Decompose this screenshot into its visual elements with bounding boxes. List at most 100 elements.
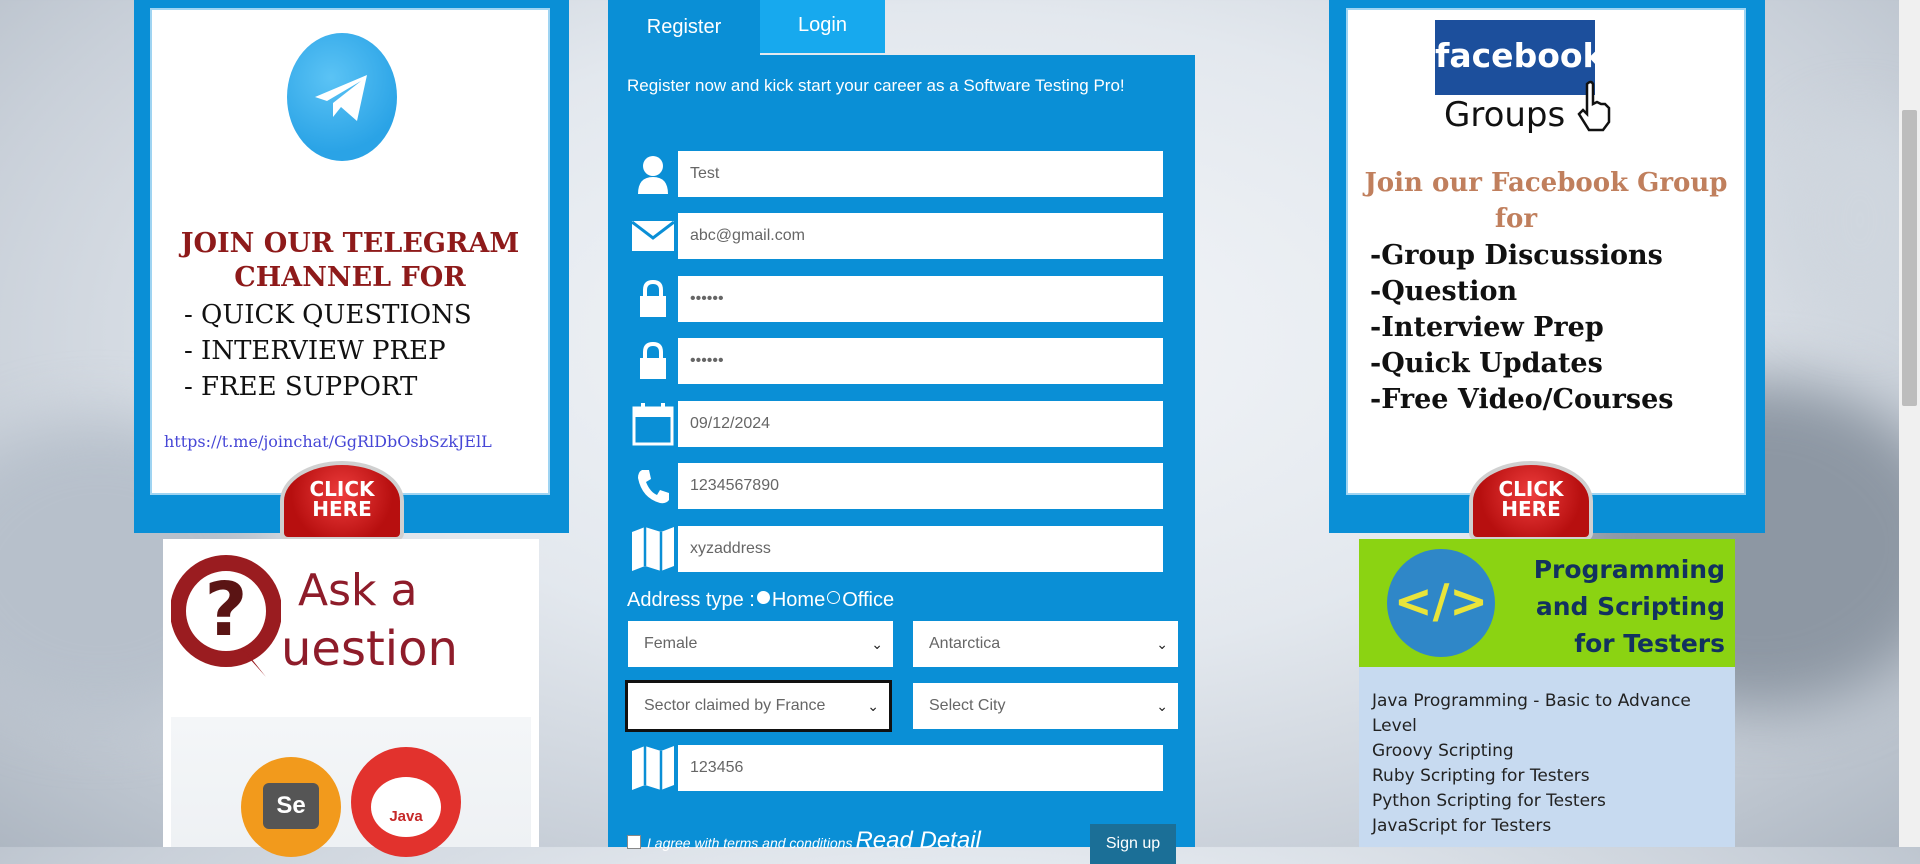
programming-item[interactable]: Python Scripting for Testers — [1372, 789, 1735, 814]
facebook-item: -Quick Updates — [1370, 348, 1603, 379]
calendar-icon — [628, 401, 678, 447]
city-value: Select City — [929, 697, 1006, 714]
tab-login[interactable]: Login — [760, 0, 885, 53]
facebook-item: -Interview Prep — [1370, 312, 1604, 343]
city-select[interactable]: Select City ⌄ — [910, 680, 1181, 732]
lock-icon — [628, 276, 678, 322]
telegram-title-line1: JOIN OUR TELEGRAM — [180, 228, 520, 259]
telegram-banner[interactable]: JOIN OUR TELEGRAM CHANNEL FOR - QUICK QU… — [134, 0, 569, 541]
facebook-banner[interactable]: facebook Groups Join our Facebook Group … — [1329, 0, 1765, 541]
gender-select[interactable]: Female ⌄ — [625, 618, 896, 670]
map-icon — [628, 745, 678, 791]
password-field[interactable]: •••••• — [625, 273, 1166, 325]
email-field[interactable]: abc@gmail.com — [625, 210, 1166, 262]
programming-title-line: Programming — [1533, 555, 1725, 584]
programming-title: Programming and Scripting for Testers — [1495, 551, 1725, 662]
address-type-office-label[interactable]: Office — [842, 589, 894, 611]
phone-field[interactable]: 1234567890 — [625, 460, 1166, 512]
dob-input[interactable]: 09/12/2024 — [690, 401, 770, 447]
name-input[interactable]: Test — [690, 151, 719, 197]
programming-item[interactable]: Java Programming - Basic to Advance Leve… — [1372, 689, 1735, 739]
telegram-title-line2: CHANNEL FOR — [234, 262, 466, 293]
code-icon: </> — [1387, 549, 1495, 657]
lock-icon — [628, 338, 678, 384]
chevron-down-icon: ⌄ — [871, 636, 883, 652]
selenium-label: Se — [263, 783, 319, 829]
facebook-click-here-button[interactable]: CLICK HERE — [1469, 461, 1593, 541]
state-value: Sector claimed by France — [644, 697, 826, 714]
terms-row: I agree with terms and conditions Read De… — [627, 827, 981, 855]
address-type-office-radio[interactable] — [827, 591, 841, 604]
svg-text:?: ? — [205, 567, 248, 653]
form-intro-text: Register now and kick start your career … — [627, 76, 1125, 95]
selenium-gear-icon: Se — [241, 757, 341, 857]
programming-item[interactable]: JavaScript for Testers — [1372, 814, 1735, 839]
programming-item[interactable]: Ruby Scripting for Testers — [1372, 764, 1735, 789]
facebook-banner-inner: facebook Groups Join our Facebook Group … — [1346, 8, 1746, 495]
tab-register[interactable]: Register — [608, 0, 760, 55]
address-field[interactable]: xyzaddress — [625, 523, 1166, 575]
facebook-item: -Question — [1370, 276, 1518, 307]
ask-question-banner[interactable]: ? Ask a uestion Se Java — [163, 539, 539, 857]
email-input[interactable]: abc@gmail.com — [690, 213, 805, 259]
ask-text-line1: Ask a — [298, 565, 418, 616]
signup-button[interactable]: Sign up — [1090, 824, 1176, 864]
map-icon — [628, 526, 678, 572]
telegram-link[interactable]: https://t.me/joinchat/GgRlDbOsbSzkJElL — [164, 432, 492, 451]
programming-header: </> Programming and Scripting for Tester… — [1359, 539, 1735, 667]
telegram-item: - INTERVIEW PREP — [184, 336, 446, 366]
click-here-label: HERE — [1501, 497, 1561, 521]
terms-label: I agree with terms and conditions — [647, 835, 853, 851]
zip-field[interactable]: 123456 — [625, 742, 1166, 794]
java-label: Java — [371, 777, 441, 837]
click-here-label: CLICK — [1498, 477, 1564, 501]
read-detail-link[interactable]: Read Detail — [855, 827, 980, 854]
facebook-logo: facebook — [1435, 20, 1604, 95]
chevron-down-icon: ⌄ — [1156, 636, 1168, 652]
ask-text-line2: uestion — [281, 621, 458, 677]
address-type-label: Address type : — [627, 589, 755, 611]
telegram-item: - QUICK QUESTIONS — [184, 300, 472, 330]
facebook-groups-label: Groups — [1444, 95, 1566, 135]
country-value: Antarctica — [929, 635, 1001, 652]
dob-field[interactable]: 09/12/2024 — [625, 398, 1166, 450]
password-input[interactable]: •••••• — [690, 276, 724, 322]
selenium-java-gears: Se Java — [171, 717, 531, 857]
telegram-click-here-button[interactable]: CLICK HERE — [280, 461, 404, 541]
telegram-banner-inner: JOIN OUR TELEGRAM CHANNEL FOR - QUICK QU… — [150, 8, 550, 495]
state-select[interactable]: Sector claimed by France ⌄ — [625, 680, 892, 732]
register-form: Register now and kick start your career … — [608, 55, 1195, 864]
programming-title-line: and Scripting — [1535, 592, 1725, 621]
gender-value: Female — [644, 635, 698, 652]
java-gear-icon: Java — [351, 747, 461, 857]
confirm-password-field[interactable]: •••••• — [625, 335, 1166, 387]
click-here-label: HERE — [312, 497, 372, 521]
scrollbar-thumb[interactable] — [1902, 110, 1917, 406]
telegram-icon — [287, 33, 397, 161]
envelope-icon — [628, 213, 678, 259]
programming-list: Java Programming - Basic to Advance Leve… — [1372, 689, 1735, 839]
address-type-home-label[interactable]: Home — [772, 589, 825, 611]
country-select[interactable]: Antarctica ⌄ — [910, 618, 1181, 670]
programming-banner[interactable]: </> Programming and Scripting for Tester… — [1359, 539, 1735, 847]
zip-input[interactable]: 123456 — [690, 745, 743, 791]
facebook-item: -Group Discussions — [1370, 240, 1663, 271]
hand-cursor-icon — [1577, 80, 1611, 132]
address-type-group: Address type : Home Office — [627, 589, 894, 612]
facebook-item: -Free Video/Courses — [1370, 384, 1674, 415]
telegram-item: - FREE SUPPORT — [184, 372, 418, 402]
user-icon — [628, 151, 678, 197]
facebook-title-line1: Join our Facebook Group — [1364, 168, 1728, 198]
address-input[interactable]: xyzaddress — [690, 526, 771, 572]
programming-item[interactable]: Groovy Scripting — [1372, 739, 1735, 764]
name-field[interactable]: Test — [625, 148, 1166, 200]
phone-input[interactable]: 1234567890 — [690, 463, 779, 509]
facebook-title-line2: for — [1494, 204, 1538, 234]
chevron-down-icon: ⌄ — [1156, 698, 1168, 714]
question-mark-icon: ? — [171, 555, 281, 677]
programming-title-line: for Testers — [1574, 629, 1725, 658]
confirm-password-input[interactable]: •••••• — [690, 338, 724, 384]
address-type-home-radio[interactable] — [756, 591, 770, 604]
chevron-down-icon: ⌄ — [867, 698, 879, 714]
phone-icon — [628, 463, 678, 509]
